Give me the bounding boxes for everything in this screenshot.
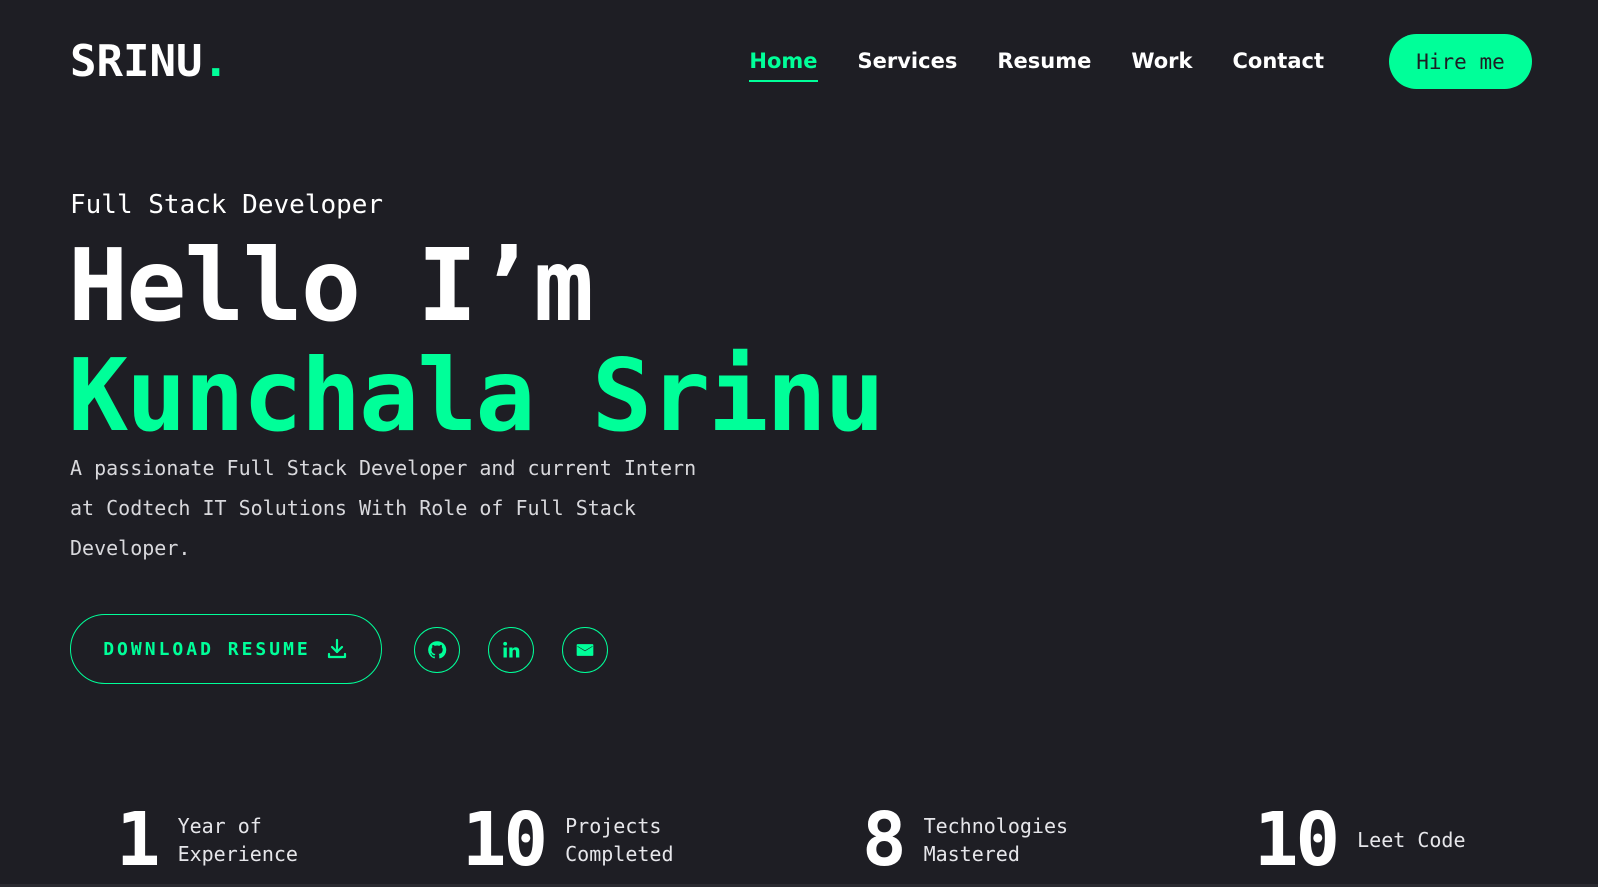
stat-number: 10 (1254, 797, 1340, 883)
download-resume-button[interactable]: DOWNLOAD RESUME (70, 614, 382, 684)
download-icon (327, 638, 346, 659)
stat-label: Year of Experience (177, 814, 298, 866)
linkedin-icon (503, 641, 520, 658)
stat-label: Projects Completed (565, 814, 674, 866)
hire-me-button[interactable]: Hire me (1389, 34, 1532, 89)
linkedin-link[interactable] (488, 627, 534, 673)
hero-name: Kunchala Srinu (68, 337, 885, 454)
mail-icon (576, 644, 594, 656)
nav-services[interactable]: Services (858, 44, 958, 78)
stat-number: 1 (116, 797, 161, 883)
stat-technologies: 8 Technologies Mastered (862, 800, 1084, 880)
logo[interactable]: SRINU. (70, 36, 229, 88)
nav-home[interactable]: Home (749, 44, 818, 82)
stat-experience: 1 Year of Experience (116, 800, 338, 880)
download-resume-label: DOWNLOAD RESUME (103, 638, 311, 660)
stat-label: Technologies Mastered (923, 814, 1069, 866)
stat-leetcode: 10 Leet Code (1254, 800, 1517, 880)
stat-number: 8 (862, 797, 907, 883)
nav-contact[interactable]: Contact (1233, 44, 1325, 78)
hero-greeting: Hello I’m (68, 227, 594, 344)
hero-description: A passionate Full Stack Developer and cu… (70, 456, 697, 560)
github-icon (428, 641, 447, 659)
stat-label: Leet Code (1357, 828, 1466, 852)
stat-projects: 10 Projects Completed (462, 800, 725, 880)
nav-resume[interactable]: Resume (997, 44, 1091, 78)
logo-text: SRINU (70, 36, 203, 87)
email-link[interactable] (562, 627, 608, 673)
hero-subtitle: Full Stack Developer (70, 190, 384, 220)
portfolio-page: SRINU. Home Services Resume Work Contact… (0, 0, 1598, 887)
stat-number: 10 (462, 797, 548, 883)
logo-dot: . (202, 36, 229, 87)
main-nav: Home Services Resume Work Contact (749, 44, 1325, 82)
nav-work[interactable]: Work (1131, 44, 1192, 78)
github-link[interactable] (414, 627, 460, 673)
